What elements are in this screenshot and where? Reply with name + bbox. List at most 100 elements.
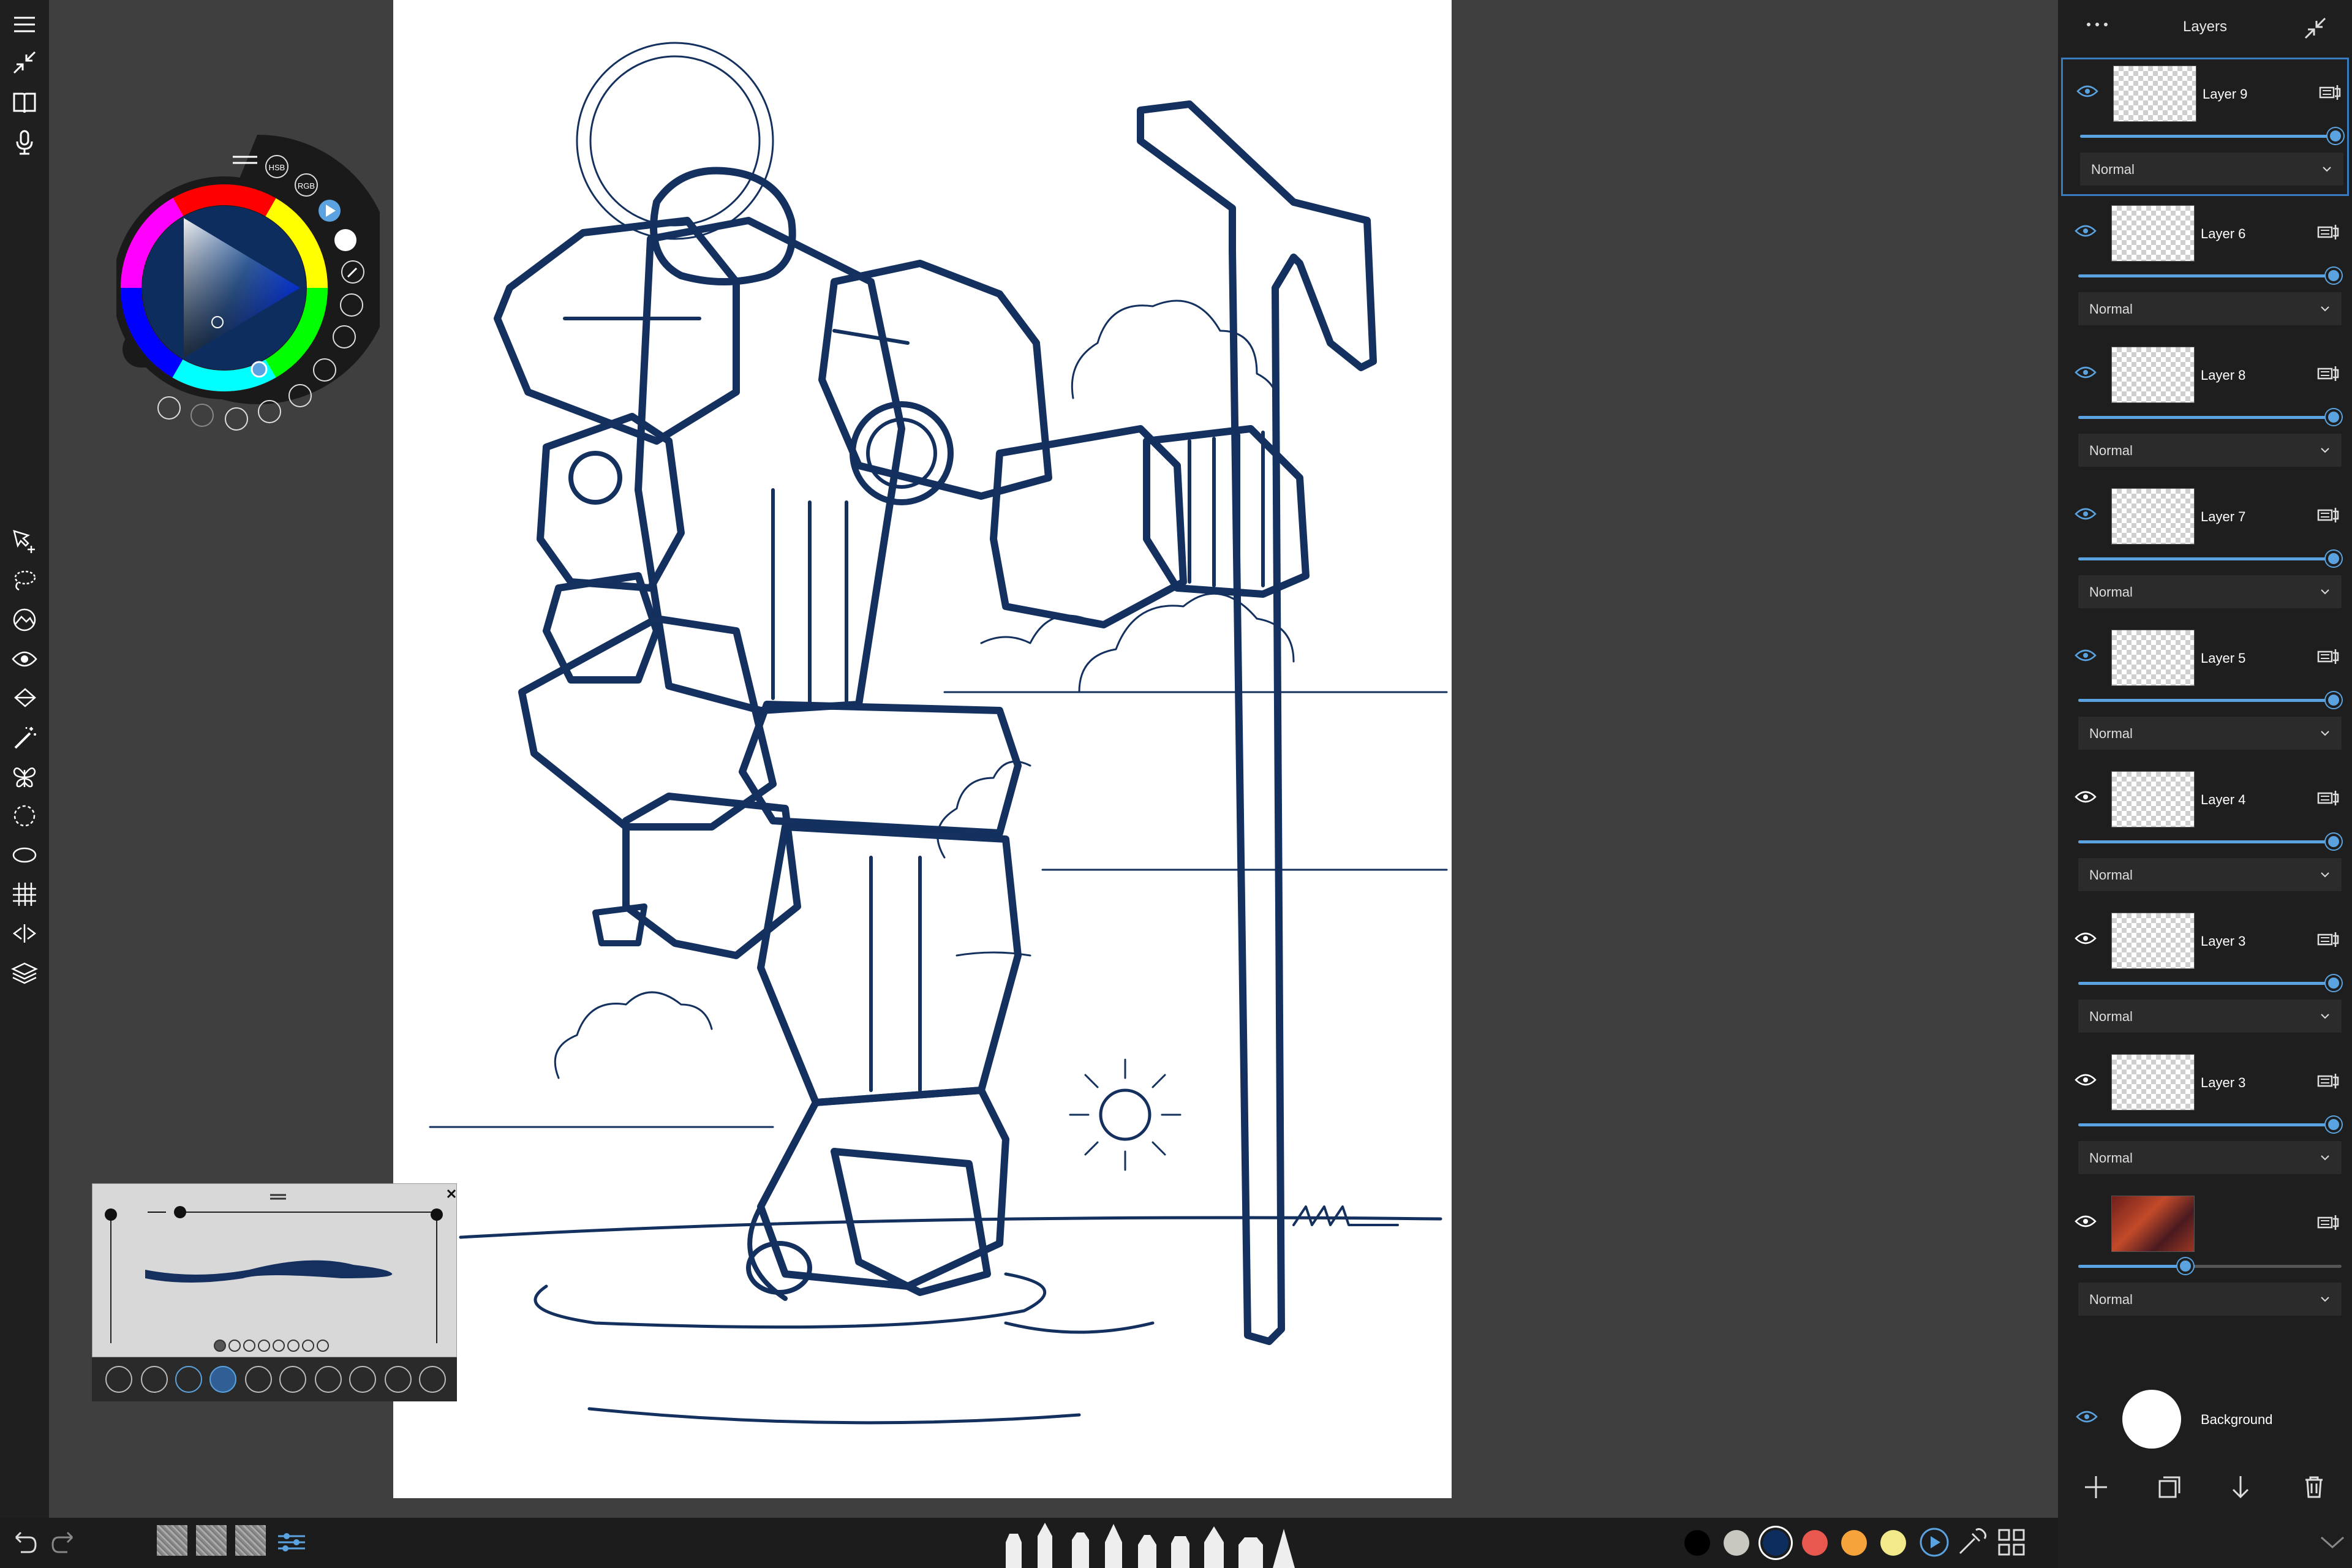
layer-opacity-slider[interactable] xyxy=(2078,551,2342,567)
pressure-curve-area[interactable] xyxy=(92,1183,457,1357)
wave-stroke-icon[interactable] xyxy=(141,1366,168,1393)
layer-lock-icon[interactable] xyxy=(2317,790,2340,807)
blend-mode-select[interactable]: Normal xyxy=(2078,1283,2342,1316)
opacity-knob[interactable] xyxy=(2326,975,2342,991)
layer-opacity-slider[interactable] xyxy=(2078,975,2342,991)
blend-mode-select[interactable]: Normal xyxy=(2078,434,2342,467)
layer-lock-icon[interactable] xyxy=(2317,365,2340,382)
chevron-down-icon[interactable] xyxy=(2315,1525,2350,1559)
layer-lock-icon[interactable] xyxy=(2317,648,2340,665)
dots-brush-icon[interactable] xyxy=(225,407,248,431)
palette-grid-icon[interactable] xyxy=(1994,1525,2029,1559)
layer-item[interactable]: Layer 3 Normal xyxy=(2061,907,2349,1045)
collapse-panel-icon[interactable] xyxy=(2303,16,2328,40)
layer-opacity-slider[interactable] xyxy=(2078,268,2342,284)
blend-mode-select[interactable]: Normal xyxy=(2078,575,2342,608)
collapse-icon[interactable] xyxy=(7,45,42,80)
blend-mode-select[interactable]: Normal xyxy=(2080,153,2343,186)
opacity-knob[interactable] xyxy=(2326,692,2342,708)
color-swatch[interactable] xyxy=(1724,1530,1749,1556)
layer-opacity-slider[interactable] xyxy=(2078,1258,2342,1274)
select-move-icon[interactable] xyxy=(7,524,42,559)
microphone-icon[interactable] xyxy=(7,125,42,159)
layers-stack-icon[interactable] xyxy=(258,400,281,423)
lasso-icon[interactable] xyxy=(7,564,42,598)
opacity-knob[interactable] xyxy=(2326,834,2342,850)
book-icon[interactable] xyxy=(7,86,42,120)
blend-mode-select[interactable]: Normal xyxy=(2078,717,2342,750)
merge-down-icon[interactable] xyxy=(2223,1470,2258,1504)
eye-icon[interactable] xyxy=(2075,648,2097,663)
play-icon[interactable] xyxy=(1917,1525,1951,1559)
brush-palette[interactable] xyxy=(998,1518,1341,1568)
layer-lock-icon[interactable] xyxy=(2317,1214,2340,1231)
redo-icon[interactable] xyxy=(47,1525,81,1559)
layer-item[interactable]: Layer 7 Normal xyxy=(2061,482,2349,620)
undo-icon[interactable] xyxy=(7,1525,42,1559)
undo-icon[interactable] xyxy=(157,396,181,420)
drawing-canvas[interactable] xyxy=(393,0,1452,1498)
layer-opacity-slider[interactable] xyxy=(2078,692,2342,708)
eye-icon[interactable] xyxy=(2075,931,2097,946)
blend-mode-select[interactable]: Normal xyxy=(2078,1000,2342,1033)
opacity-knob[interactable] xyxy=(2177,1258,2193,1274)
layer-lock-icon[interactable] xyxy=(2317,224,2340,241)
layer-item[interactable]: Normal xyxy=(2061,1189,2349,1328)
delete-layer-icon[interactable] xyxy=(2297,1470,2331,1504)
brush-settings-icon[interactable] xyxy=(105,1366,132,1393)
layer-opacity-slider[interactable] xyxy=(2080,128,2343,144)
layer-item[interactable]: Layer 5 Normal xyxy=(2061,624,2349,762)
layer-lock-icon[interactable] xyxy=(2317,931,2340,948)
opacity-knob[interactable] xyxy=(2328,128,2343,144)
opacity-knob[interactable] xyxy=(2326,1117,2342,1133)
color-swatch[interactable] xyxy=(1802,1530,1828,1556)
layers-icon[interactable] xyxy=(7,956,42,990)
add-layer-icon[interactable] xyxy=(2079,1470,2113,1504)
layer-lock-icon[interactable] xyxy=(2317,1072,2340,1090)
opacity-knob[interactable] xyxy=(2326,268,2342,284)
menu-icon[interactable] xyxy=(7,7,42,42)
brush-properties-icon[interactable] xyxy=(419,1366,446,1393)
smooth-stroke-icon[interactable] xyxy=(209,1366,236,1393)
layer-item[interactable]: Layer 3 Normal xyxy=(2061,1048,2349,1186)
layer-item[interactable]: Layer 9 Normal xyxy=(2061,58,2349,196)
magic-wand-icon[interactable] xyxy=(7,720,42,755)
duplicate-layer-icon[interactable] xyxy=(2151,1470,2185,1504)
grid-icon[interactable] xyxy=(7,877,42,911)
brush-tip-icon[interactable] xyxy=(245,1366,272,1393)
ellipse-icon[interactable] xyxy=(7,838,42,872)
delete-brush-icon[interactable] xyxy=(385,1366,412,1393)
bucket-fill-icon[interactable] xyxy=(7,681,42,715)
layer-item[interactable]: Layer 4 Normal xyxy=(2061,765,2349,903)
eye-icon[interactable] xyxy=(2075,365,2097,380)
layer-item[interactable]: Layer 6 Normal xyxy=(2061,199,2349,337)
pressure-stroke-icon[interactable] xyxy=(175,1366,202,1393)
current-color-swatch[interactable] xyxy=(334,229,356,251)
eye-icon[interactable] xyxy=(2076,84,2098,99)
redo-icon[interactable] xyxy=(190,404,214,427)
eye-icon[interactable] xyxy=(2075,790,2097,804)
add-brush-icon[interactable] xyxy=(349,1366,376,1393)
circle-selection-icon[interactable] xyxy=(7,799,42,833)
symmetry-butterfly-icon[interactable] xyxy=(7,760,42,794)
color-swatch[interactable] xyxy=(1880,1530,1906,1556)
blend-mode-select[interactable]: Normal xyxy=(2078,858,2342,891)
hue-knob[interactable] xyxy=(251,361,268,378)
blend-mode-select[interactable]: Normal xyxy=(2078,1141,2342,1174)
layer-opacity-slider[interactable] xyxy=(2078,1117,2342,1133)
background-layer[interactable]: Background xyxy=(2061,1381,2349,1455)
brush-sliders-icon[interactable] xyxy=(274,1525,309,1559)
layer-opacity-slider[interactable] xyxy=(2078,834,2342,850)
pressure-slider-knob[interactable] xyxy=(174,1206,186,1218)
color-swatch[interactable] xyxy=(1841,1530,1867,1556)
layer-lock-icon[interactable] xyxy=(2317,507,2340,524)
eye-icon[interactable] xyxy=(2075,224,2097,238)
reset-brush-icon[interactable] xyxy=(315,1366,342,1393)
fill-shape-icon[interactable] xyxy=(7,603,42,637)
texture-swatch-3[interactable] xyxy=(235,1525,266,1556)
color-swatch[interactable] xyxy=(1763,1530,1789,1556)
texture-swatch-2[interactable] xyxy=(196,1525,227,1556)
lock-brush-icon[interactable] xyxy=(279,1366,306,1393)
perspective-icon[interactable] xyxy=(7,916,42,951)
opacity-knob[interactable] xyxy=(2326,551,2342,567)
